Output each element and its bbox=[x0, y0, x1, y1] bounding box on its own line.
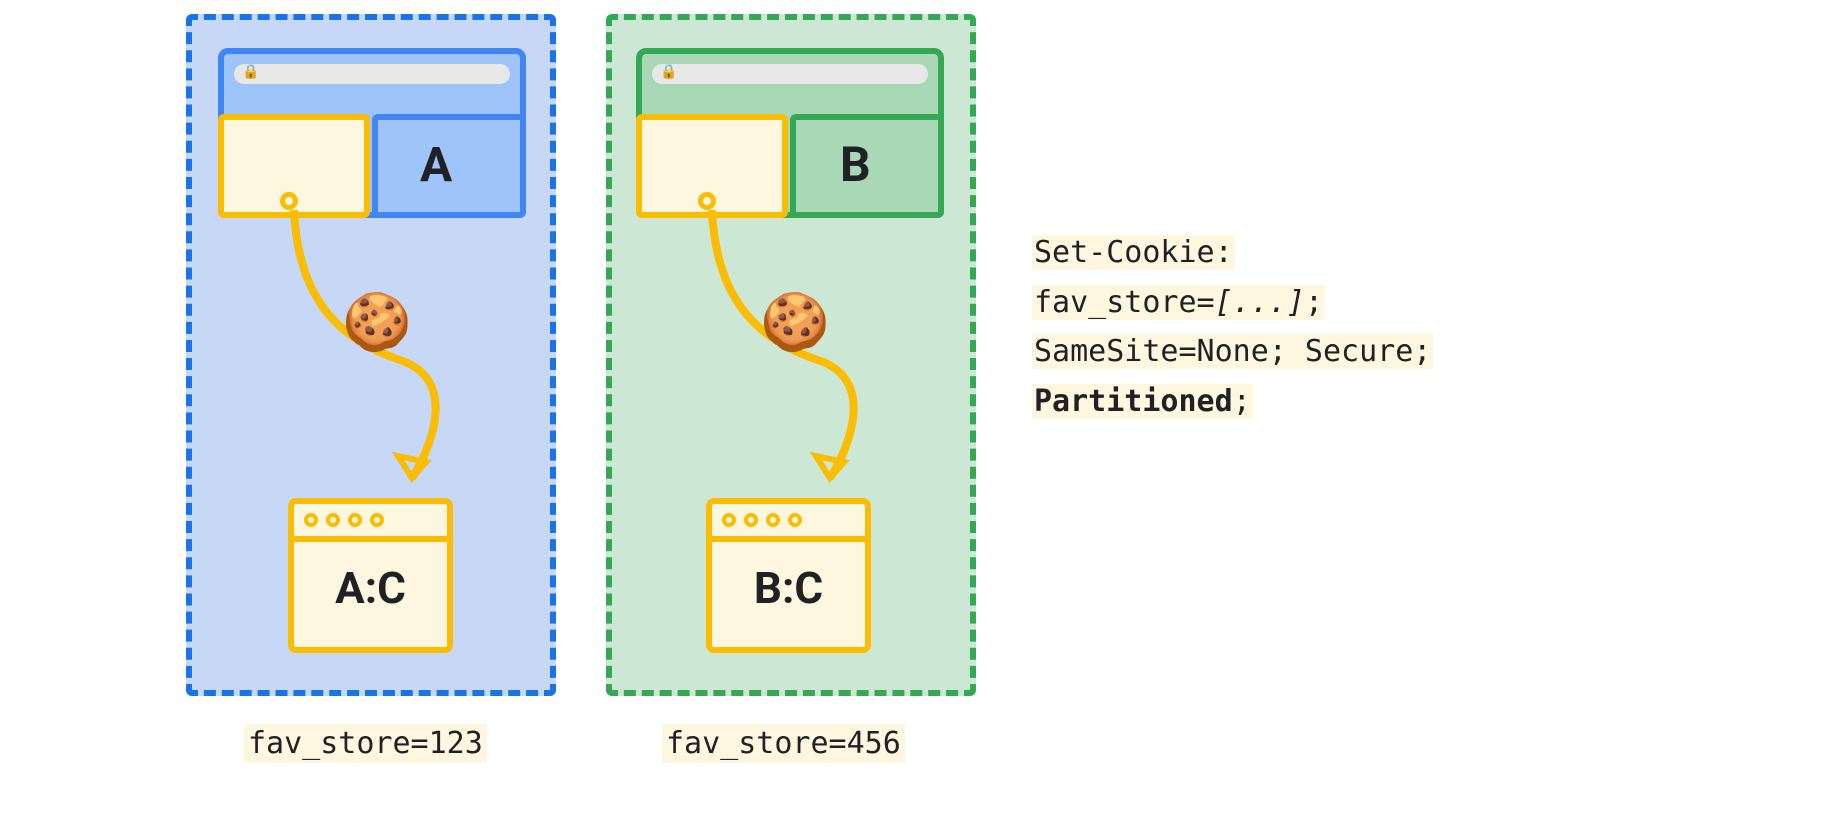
jar-dot bbox=[766, 513, 780, 527]
jar-label-b: B:C bbox=[712, 562, 865, 614]
cookie-icon: 🍪 bbox=[760, 294, 830, 350]
fav-store-a: fav_store=123 bbox=[244, 724, 487, 763]
cookie-jar-b: B:C bbox=[706, 498, 871, 653]
jar-dot bbox=[788, 513, 802, 527]
fav-store-b: fav_store=456 bbox=[662, 724, 905, 763]
set-cookie-code: Set-Cookie: fav_store=[...]; SameSite=No… bbox=[1032, 228, 1433, 426]
jar-header bbox=[712, 504, 865, 542]
code-line-3: SameSite=None; Secure; bbox=[1032, 334, 1433, 369]
code-line-4: Partitioned; bbox=[1032, 384, 1253, 419]
jar-dot bbox=[722, 513, 736, 527]
jar-dot bbox=[744, 513, 758, 527]
code-line-1: Set-Cookie: bbox=[1032, 235, 1235, 270]
code-line-2: fav_store=[...]; bbox=[1032, 285, 1325, 320]
